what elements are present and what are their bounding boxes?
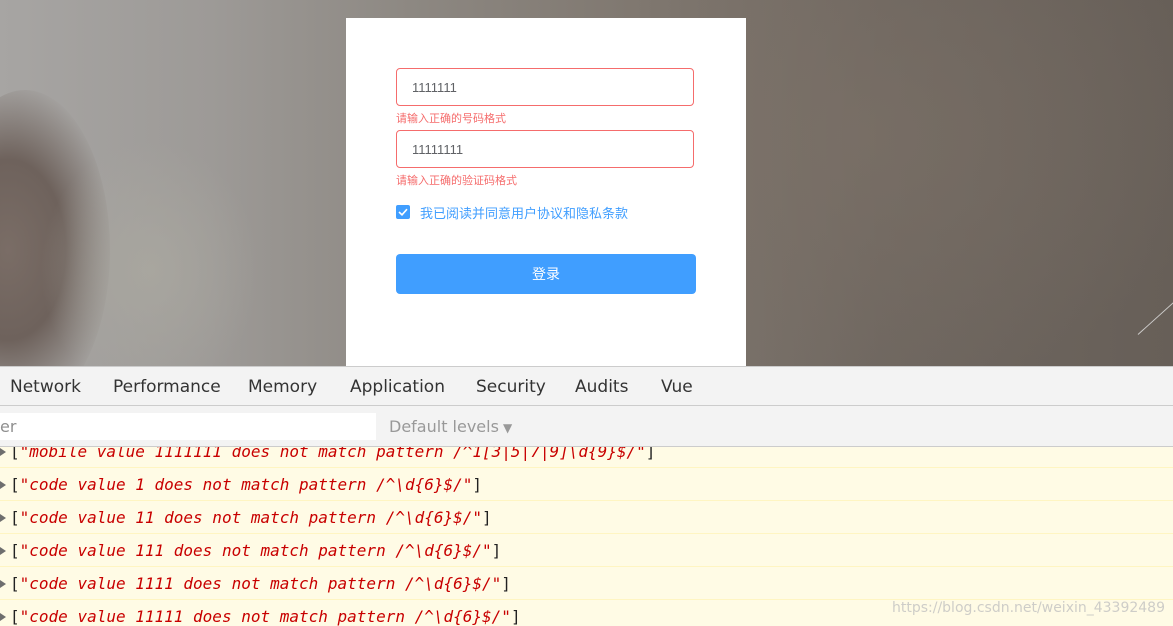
devtools-tab-bar: Network Performance Memory Application S… — [0, 366, 1173, 406]
expand-triangle-icon[interactable] — [0, 468, 10, 501]
expand-triangle-icon[interactable] — [0, 447, 10, 468]
console-log-text: ["code value 11111 does not match patter… — [10, 607, 521, 626]
tab-audits[interactable]: Audits — [575, 377, 628, 397]
verification-code-input[interactable] — [396, 130, 694, 168]
console-log-text: ["code value 11 does not match pattern /… — [10, 508, 492, 527]
dropdown-arrow-icon: ▼ — [502, 421, 513, 435]
console-log-message: code value 11111 does not match pattern … — [29, 607, 502, 626]
console-filter-input[interactable]: er — [0, 413, 376, 440]
code-error-message: 请输入正确的验证码格式 — [396, 174, 517, 187]
login-button[interactable]: 登录 — [396, 254, 696, 294]
expand-triangle-icon[interactable] — [0, 567, 10, 600]
expand-triangle-icon[interactable] — [0, 600, 10, 626]
tab-performance[interactable]: Performance — [113, 377, 221, 397]
expand-triangle-icon[interactable] — [0, 501, 10, 534]
app-viewport: 请输入正确的号码格式 请输入正确的验证码格式 我已阅读并同意用户协议和隐私条款 … — [0, 0, 1173, 366]
devtools-panel: Network Performance Memory Application S… — [0, 366, 1173, 626]
log-levels-label: Default levels — [389, 417, 499, 436]
console-log-row[interactable]: ["code value 1111 does not match pattern… — [0, 567, 1173, 600]
console-log-text: ["code value 1 does not match pattern /^… — [10, 475, 483, 494]
console-toolbar: er Default levels ▼ — [0, 406, 1173, 447]
log-levels-dropdown[interactable]: Default levels ▼ — [389, 417, 512, 438]
console-log-message: code value 1 does not match pattern /^\d… — [29, 475, 463, 494]
console-log-text: ["mobile value 1111111 does not match pa… — [10, 447, 655, 468]
tab-security[interactable]: Security — [476, 377, 546, 397]
tab-vue[interactable]: Vue — [661, 377, 693, 397]
tab-memory[interactable]: Memory — [248, 377, 317, 397]
console-log-row[interactable]: ["mobile value 1111111 does not match pa… — [0, 447, 1173, 468]
console-log-row[interactable]: ["code value 111 does not match pattern … — [0, 534, 1173, 567]
console-log-row[interactable]: ["code value 11 does not match pattern /… — [0, 501, 1173, 534]
agreement-row: 我已阅读并同意用户协议和隐私条款 — [396, 203, 628, 222]
console-log-message: code value 11 does not match pattern /^\… — [29, 508, 473, 527]
console-log-message: code value 1111 does not match pattern /… — [29, 574, 492, 593]
background-photo-shape — [40, 140, 260, 366]
phone-input[interactable] — [396, 68, 694, 106]
agreement-checkbox[interactable] — [396, 205, 410, 219]
console-log-text: ["code value 111 does not match pattern … — [10, 541, 502, 560]
console-log-row[interactable]: ["code value 1 does not match pattern /^… — [0, 468, 1173, 501]
login-card: 请输入正确的号码格式 请输入正确的验证码格式 我已阅读并同意用户协议和隐私条款 … — [346, 18, 746, 366]
agreement-label[interactable]: 我已阅读并同意用户协议和隐私条款 — [420, 203, 628, 222]
checkmark-icon — [398, 208, 408, 216]
tab-network[interactable]: Network — [10, 377, 81, 397]
console-log-text: ["code value 1111 does not match pattern… — [10, 574, 511, 593]
console-log-message: mobile value 1111111 does not match patt… — [29, 447, 637, 461]
expand-triangle-icon[interactable] — [0, 534, 10, 567]
background-photo-shape — [700, 0, 1173, 366]
console-log-message: code value 111 does not match pattern /^… — [29, 541, 483, 560]
phone-error-message: 请输入正确的号码格式 — [396, 112, 506, 125]
screen: 请输入正确的号码格式 请输入正确的验证码格式 我已阅读并同意用户协议和隐私条款 … — [0, 0, 1173, 626]
watermark: https://blog.csdn.net/weixin_43392489 — [891, 600, 1165, 616]
tab-application[interactable]: Application — [350, 377, 445, 397]
